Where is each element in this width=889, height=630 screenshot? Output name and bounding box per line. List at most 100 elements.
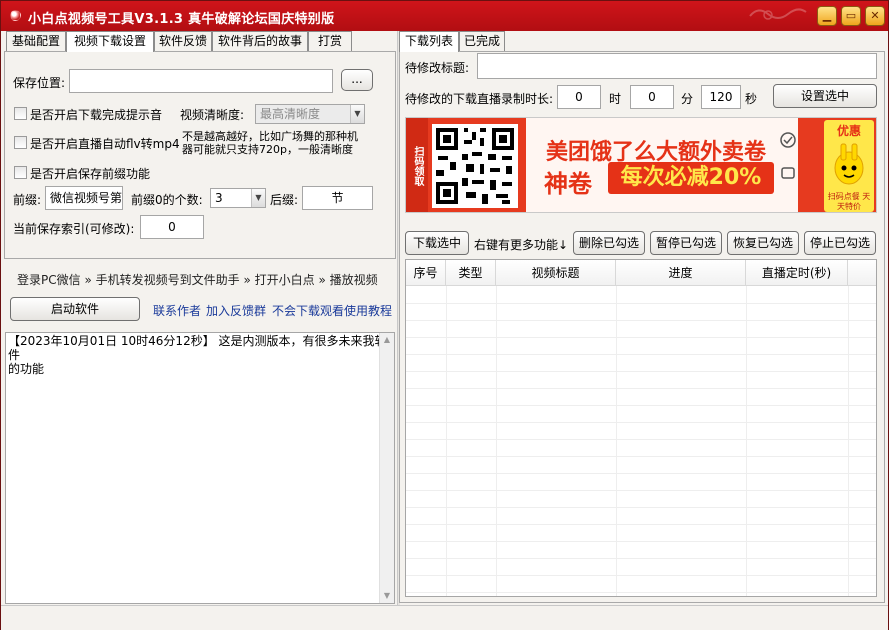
tab-donate[interactable]: 打赏: [308, 31, 352, 51]
zero-count-label: 前缀0的个数:: [131, 193, 203, 207]
tab-basic-config[interactable]: 基础配置: [6, 31, 66, 51]
clarity-value: 最高清晰度: [260, 107, 321, 121]
ad-discount: 每次必减20%: [608, 162, 774, 194]
pause-checked-button[interactable]: 暂停已勾选: [650, 231, 722, 255]
record-hours-input[interactable]: 0: [557, 85, 601, 109]
column-header-live-timer[interactable]: 直播定时(秒): [746, 260, 848, 286]
close-button[interactable]: ✕: [865, 6, 885, 26]
browse-button[interactable]: ...: [341, 69, 373, 91]
grid-row-line: [406, 558, 876, 559]
minimize-button[interactable]: ▁: [817, 6, 837, 26]
right-tab-bar: 下载列表 已完成: [399, 31, 879, 52]
join-feedback-group-link[interactable]: 加入反馈群: [206, 302, 266, 319]
grid-row-line: [406, 575, 876, 576]
grid-row-line: [406, 592, 876, 593]
grid-row-line: [406, 490, 876, 491]
grid-row-line: [406, 473, 876, 474]
grid-column-line: [848, 286, 849, 596]
ad-banner[interactable]: 扫码领取 美团饿了么大额外卖卷 神卷 每次必减20% 优惠 扫码点餐 天天特价: [405, 117, 877, 213]
launch-software-button[interactable]: 启动软件: [10, 297, 140, 321]
grid-row-line: [406, 337, 876, 338]
app-icon: [10, 10, 21, 21]
clarity-select[interactable]: 最高清晰度 ▼: [255, 104, 365, 124]
current-index-label: 当前保存索引(可修改):: [13, 222, 135, 236]
suffix-label: 后缀:: [270, 193, 299, 207]
grid-row-line: [406, 456, 876, 457]
pending-title-label: 待修改标题:: [405, 61, 470, 75]
chevron-down-icon: ▼: [251, 189, 265, 207]
maximize-button[interactable]: ▭: [841, 6, 861, 26]
grid-column-line: [496, 286, 497, 596]
notify-sound-checkbox[interactable]: [14, 107, 27, 120]
chevron-down-icon: ▼: [350, 105, 364, 123]
prefix-input[interactable]: 微信视频号第: [45, 186, 123, 210]
download-table[interactable]: 序号 类型 视频标题 进度 直播定时(秒): [405, 259, 877, 597]
guide-step-forward: 手机转发视频号到文件助手: [95, 273, 240, 287]
hours-unit-label: 时: [609, 92, 622, 106]
stop-checked-button[interactable]: 停止已勾选: [804, 231, 876, 255]
apply-selected-button[interactable]: 设置选中: [773, 84, 877, 108]
column-header-progress[interactable]: 进度: [616, 260, 746, 286]
grid-column-line: [446, 286, 447, 596]
grid-column-line: [746, 286, 747, 596]
pending-title-input[interactable]: [477, 53, 877, 79]
column-header-index[interactable]: 序号: [406, 260, 446, 286]
prefix-enable-checkbox[interactable]: [14, 166, 27, 179]
log-scrollbar[interactable]: ▲ ▼: [379, 333, 394, 603]
grid-row-line: [406, 507, 876, 508]
ad-badge-text: 优惠: [836, 124, 861, 138]
grid-row-line: [406, 354, 876, 355]
left-tab-bar: 基础配置 视频下载设置 软件反馈 软件背后的故事 打赏: [6, 31, 396, 52]
zero-count-select[interactable]: 3 ▼: [210, 188, 266, 208]
mascot-icon: [834, 143, 864, 185]
scroll-down-icon[interactable]: ▼: [380, 589, 394, 603]
tab-story[interactable]: 软件背后的故事: [212, 31, 308, 51]
tab-download-list[interactable]: 下载列表: [399, 31, 459, 52]
suffix-input[interactable]: 节: [302, 186, 373, 210]
ad-badge: 优惠 扫码点餐 天天特价: [824, 120, 874, 212]
download-settings-panel: 保存位置: ... 是否开启下载完成提示音 视频清晰度: 最高清晰度 ▼ 是否开…: [4, 51, 396, 259]
log-line: 【2023年10月01日 10时46分12秒】 这是内测版本，有很多未来我软件: [8, 334, 387, 362]
usage-guide: 登录PC微信 » 手机转发视频号到文件助手 » 打开小白点 » 播放视频: [17, 271, 378, 288]
grid-row-line: [406, 405, 876, 406]
column-header-title[interactable]: 视频标题: [496, 260, 616, 286]
seconds-unit-label: 秒: [745, 92, 758, 106]
column-header-type[interactable]: 类型: [446, 260, 496, 286]
notify-sound-label: 是否开启下载完成提示音: [30, 108, 163, 122]
log-textarea[interactable]: 【2023年10月01日 10时46分12秒】 这是内测版本，有很多未来我软件 …: [5, 332, 395, 604]
grid-row-line: [406, 541, 876, 542]
record-minutes-input[interactable]: 0: [630, 85, 674, 109]
tutorial-link[interactable]: 不会下载观看使用教程: [272, 302, 392, 319]
grid-row-line: [406, 422, 876, 423]
app-window: 小白点视频号工具V3.1.3 真牛破解论坛国庆特别版 ▁ ▭ ✕ 基础配置 视频…: [0, 0, 889, 630]
clarity-note-line2: 器可能就只支持720p，一般清晰度: [182, 143, 353, 156]
log-line: 的功能: [8, 362, 45, 376]
resume-checked-button[interactable]: 恢复已勾选: [727, 231, 799, 255]
download-selected-button[interactable]: 下载选中: [405, 231, 469, 255]
prefix-label: 前缀:: [13, 193, 42, 207]
tab-video-download-settings[interactable]: 视频下载设置: [66, 31, 154, 52]
prefix-enable-label: 是否开启保存前缀功能: [30, 167, 151, 181]
column-header-filler: [848, 260, 876, 286]
grid-row-line: [406, 303, 876, 304]
delete-checked-button[interactable]: 删除已勾选: [573, 231, 645, 255]
ad-content-box: 美团饿了么大额外卖卷 神卷 每次必减20%: [526, 118, 798, 212]
ad-headline-shen: 神卷: [544, 170, 592, 198]
tab-completed[interactable]: 已完成: [459, 31, 505, 51]
title-bar[interactable]: 小白点视频号工具V3.1.3 真牛破解论坛国庆特别版 ▁ ▭ ✕: [1, 1, 888, 31]
save-path-input[interactable]: [69, 69, 333, 93]
grid-row-line: [406, 371, 876, 372]
flv-to-mp4-checkbox[interactable]: [14, 136, 27, 149]
qr-code-icon: [432, 124, 518, 208]
record-seconds-input[interactable]: 120: [701, 85, 741, 109]
current-index-input[interactable]: 0: [140, 215, 204, 239]
guide-step-login: 登录PC微信: [17, 273, 81, 287]
contact-author-link[interactable]: 联系作者: [153, 302, 201, 319]
scroll-up-icon[interactable]: ▲: [380, 333, 394, 347]
zero-count-value: 3: [215, 191, 223, 205]
guide-step-play: 播放视频: [329, 273, 378, 287]
flv-to-mp4-label: 是否开启直播自动flv转mp4: [30, 137, 180, 151]
grid-column-line: [616, 286, 617, 596]
clarity-label: 视频清晰度:: [180, 108, 245, 122]
tab-feedback[interactable]: 软件反馈: [154, 31, 212, 51]
